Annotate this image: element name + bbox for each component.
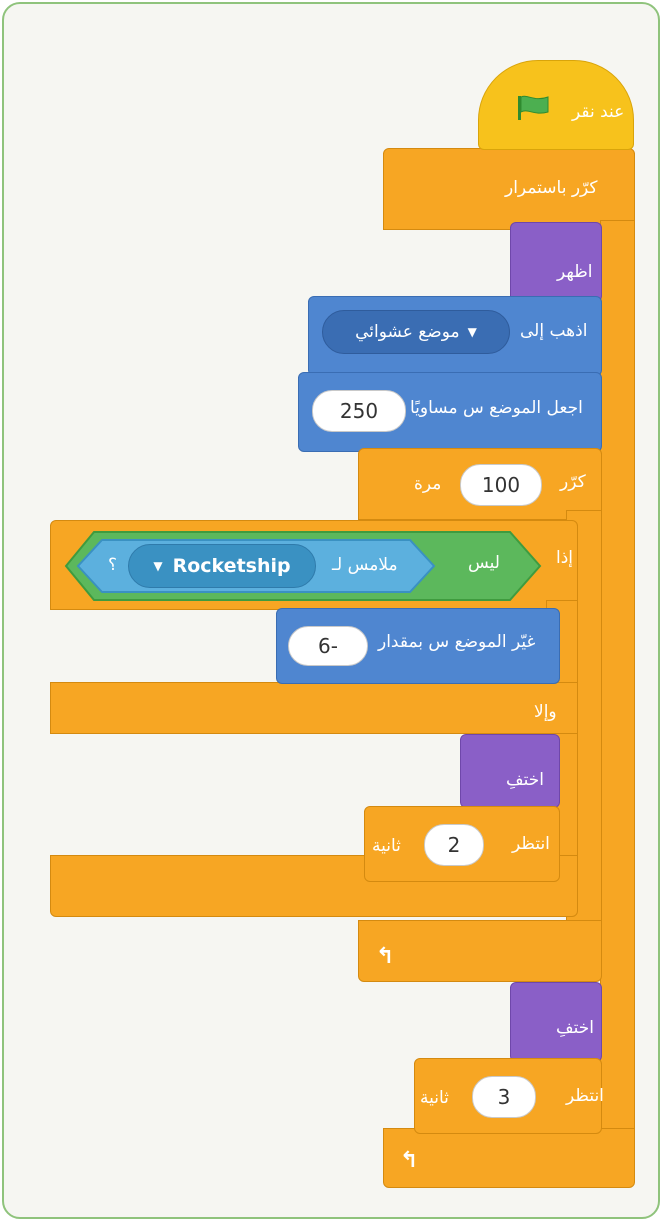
wait-seconds-label: ثانية [372,836,401,856]
change-x-input[interactable]: 6- [288,626,368,666]
change-x-label: غيّر الموضع س بمقدار [378,632,536,652]
set-x-input[interactable]: 250 [312,390,406,432]
not-label: ليس [468,553,500,573]
when-flag-clicked-label: عند نقر [572,102,625,122]
wait-label-2: انتظر [566,1086,604,1106]
else-bar[interactable] [50,682,578,734]
go-to-dropdown[interactable]: موضع عشوائي ▼ [322,310,510,354]
wait-input-2[interactable]: 3 [472,1076,536,1118]
touching-label: ملامس لـ [332,555,398,575]
hide-label-2: اختفِ [556,1018,594,1038]
repeat-foot [358,920,602,982]
question-mark: ؟ [108,555,118,575]
green-flag-icon [518,95,549,120]
wait-seconds-label-2: ثانية [420,1088,449,1108]
repeat-input[interactable]: 100 [460,464,542,506]
loop-arrow-icon: ↰ [376,944,395,969]
go-to-dropdown-value: موضع عشوائي [355,322,460,342]
touching-dropdown[interactable]: ▼ Rocketship [128,544,316,588]
chevron-down-icon: ▼ [467,325,477,339]
touching-dropdown-value: Rocketship [172,555,291,577]
forever-label: كرّر باستمرار [505,178,598,198]
wait-input[interactable]: 2 [424,824,484,866]
forever-foot [383,1128,635,1188]
if-label: إذا [556,548,574,568]
show-label: اظهر [557,262,593,282]
repeat-label: كرّر [560,472,586,492]
set-x-label: اجعل الموضع س مساويًا [410,398,583,418]
chevron-down-icon: ▼ [153,559,163,573]
hide-label: اختفِ [506,770,544,790]
else-label: وإلا [534,702,557,722]
repeat-times-label: مرة [414,474,442,494]
go-to-label: اذهب إلى [520,321,588,341]
loop-arrow-icon: ↰ [400,1148,419,1173]
wait-label: انتظر [512,834,550,854]
forever-arm [600,220,635,1140]
